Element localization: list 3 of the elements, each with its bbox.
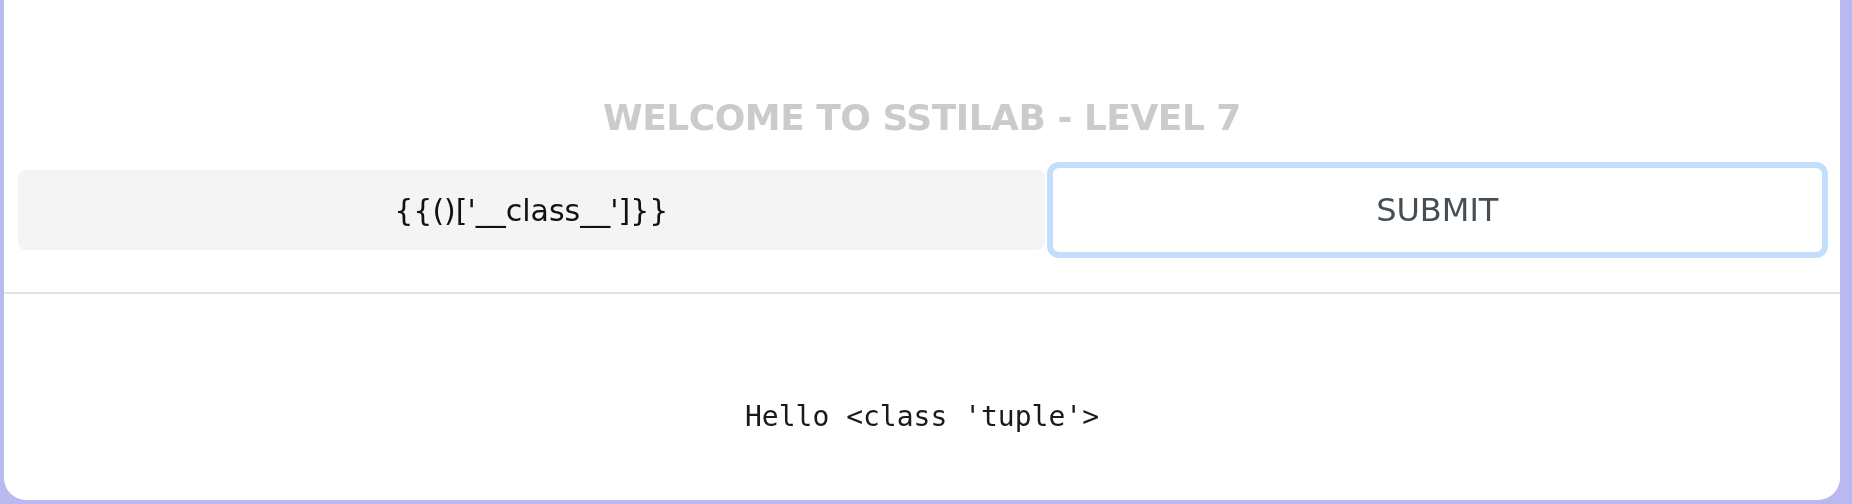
output-text: Hello <class 'tuple'> (744, 400, 1100, 433)
submit-button[interactable]: SUBMIT (1046, 162, 1828, 258)
input-field[interactable]: {{()['__class__']}} (18, 170, 1045, 250)
